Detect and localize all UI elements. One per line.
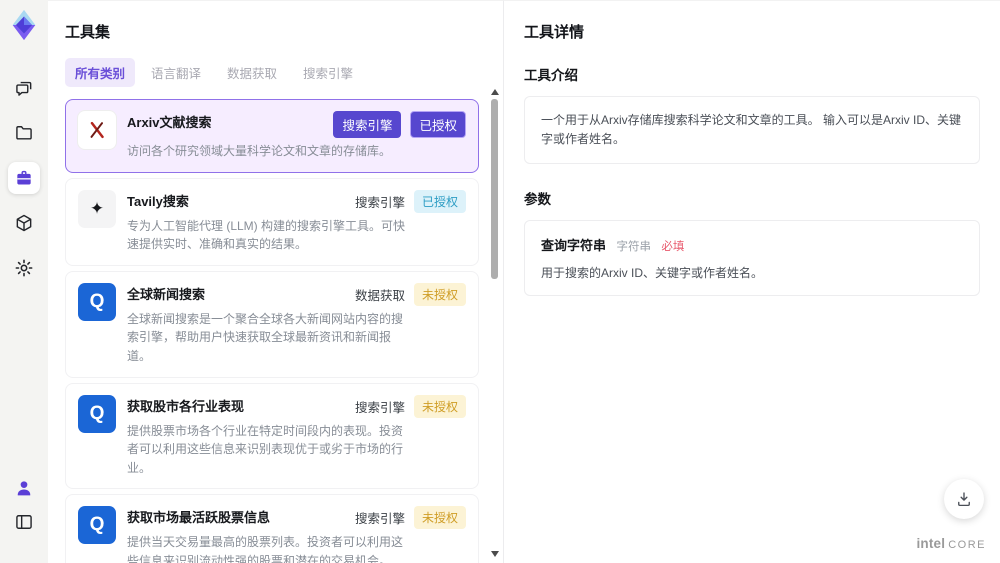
download-icon	[958, 492, 970, 507]
tool-detail-panel: 工具详情 工具介绍 一个用于从Arxiv存储库搜索科学论文和文章的工具。 输入可…	[503, 0, 1000, 563]
app-logo-icon	[12, 9, 36, 41]
app-window: 工具集 所有类别 语言翻译 数据获取 搜索引擎 Arxiv文献搜索 搜索引擎 已…	[0, 0, 1000, 563]
card-body: 获取股市各行业表现 搜索引擎 未授权 提供股票市场各个行业在特定时间段内的表现。…	[127, 394, 466, 478]
tool-description: 访问各个研究领域大量科学论文和文章的存储库。	[127, 144, 392, 158]
category-label: 搜索引擎	[354, 195, 405, 210]
auth-status-badge: 已授权	[413, 189, 466, 213]
tool-list-panel: 工具集 所有类别 语言翻译 数据获取 搜索引擎 Arxiv文献搜索 搜索引擎 已…	[48, 0, 503, 563]
q-logo-icon: Q	[78, 506, 116, 545]
intro-heading: 工具介绍	[524, 68, 578, 83]
user-avatar[interactable]	[8, 472, 40, 504]
tab-all-categories[interactable]: 所有类别	[65, 58, 136, 87]
card-body: 获取市场最活跃股票信息 搜索引擎 未授权 提供当天交易量最高的股票列表。投资者可…	[127, 506, 466, 563]
arxiv-logo-icon	[78, 111, 116, 149]
card-body: Arxiv文献搜索 搜索引擎 已授权 访问各个研究领域大量科学论文和文章的存储库…	[127, 111, 466, 161]
auth-status-badge: 未授权	[413, 282, 466, 306]
tool-name: 获取市场最活跃股票信息	[127, 510, 271, 526]
sidebar-item-files[interactable]	[8, 117, 40, 149]
tool-card-active-stocks[interactable]: Q 获取市场最活跃股票信息 搜索引擎 未授权 提供当天交易量最高的股票列表。投资…	[65, 494, 479, 563]
tool-description: 提供股票市场各个行业在特定时间段内的表现。投资者可以利用这些信息来识别表现优于或…	[127, 423, 404, 475]
tool-card-tavily[interactable]: ✦ Tavily搜索 搜索引擎 已授权 专为人工智能代理 (LLM) 构建的搜索…	[65, 177, 479, 266]
package-cube-icon	[16, 214, 32, 232]
params-heading: 参数	[524, 192, 551, 208]
parameter-name: 查询字符串	[541, 238, 607, 254]
q-logo-icon: Q	[78, 282, 116, 321]
tool-description: 专为人工智能代理 (LLM) 构建的搜索引擎工具。可快速提供实时、准确和真实的结…	[127, 218, 406, 252]
tab-data-fetch[interactable]: 数据获取	[217, 58, 287, 87]
page-title: 工具集	[65, 24, 111, 41]
tool-description: 提供当天交易量最高的股票列表。投资者可以利用这些信息来识别流动性强的股票和潜在的…	[127, 535, 404, 563]
category-badge: 搜索引擎	[333, 111, 402, 138]
intro-box: 一个用于从Arxiv存储库搜索科学论文和文章的工具。 输入可以是Arxiv ID…	[524, 96, 980, 165]
sidebar-item-chat[interactable]	[8, 72, 40, 104]
parameter-header: 查询字符串 字符串 必填	[541, 235, 963, 255]
tool-card-list: Arxiv文献搜索 搜索引擎 已授权 访问各个研究领域大量科学论文和文章的存储库…	[65, 99, 493, 563]
tool-description: 全球新闻搜索是一个聚合全球各大新闻网站内容的搜索引擎，帮助用户快速获取全球最新资…	[127, 311, 404, 363]
tool-card-stock-sector[interactable]: Q 获取股市各行业表现 搜索引擎 未授权 提供股票市场各个行业在特定时间段内的表…	[65, 382, 479, 490]
detail-title: 工具详情	[524, 24, 585, 41]
tool-card-arxiv[interactable]: Arxiv文献搜索 搜索引擎 已授权 访问各个研究领域大量科学论文和文章的存储库…	[65, 99, 479, 173]
parameter-description: 用于搜索的Arxiv ID、关键字或作者姓名。	[541, 266, 764, 281]
core-wordmark: CORE	[948, 539, 986, 551]
list-scrollbar[interactable]	[490, 89, 500, 557]
tool-name: 全球新闻搜索	[127, 286, 206, 302]
toolbox-icon	[17, 170, 31, 185]
category-label: 搜索引擎	[354, 512, 405, 527]
parameter-type: 字符串	[616, 241, 651, 254]
panel-layout-icon	[16, 515, 32, 529]
card-body: Tavily搜索 搜索引擎 已授权 专为人工智能代理 (LLM) 构建的搜索引擎…	[127, 189, 466, 254]
sidebar-item-settings[interactable]	[8, 252, 40, 284]
sidebar-item-packages[interactable]	[8, 207, 40, 239]
collapse-sidebar-button[interactable]	[8, 506, 40, 538]
q-logo-icon: Q	[78, 394, 116, 433]
left-icon-rail	[0, 0, 48, 563]
auth-status-badge: 未授权	[413, 506, 466, 530]
tavily-star-icon: ✦	[78, 189, 116, 228]
auth-status-badge: 已授权	[410, 111, 466, 138]
auth-status-badge: 未授权	[413, 394, 466, 418]
sidebar-item-tools[interactable]	[8, 162, 40, 194]
category-label: 搜索引擎	[354, 400, 405, 415]
category-tabs: 所有类别 语言翻译 数据获取 搜索引擎	[65, 58, 493, 87]
required-label: 必填	[661, 241, 685, 254]
tab-language-translation[interactable]: 语言翻译	[141, 58, 211, 87]
tool-name: 获取股市各行业表现	[127, 398, 245, 414]
chat-icon	[16, 81, 32, 96]
folder-icon	[16, 126, 32, 140]
parameter-box: 查询字符串 字符串 必填 用于搜索的Arxiv ID、关键字或作者姓名。	[524, 220, 980, 297]
tool-name: Tavily搜索	[127, 193, 189, 209]
gear-icon	[15, 259, 33, 277]
category-label: 数据获取	[354, 288, 405, 303]
card-body: 全球新闻搜索 数据获取 未授权 全球新闻搜索是一个聚合全球各大新闻网站内容的搜索…	[127, 282, 466, 366]
scroll-up-arrow[interactable]	[491, 89, 499, 95]
intel-wordmark: intel	[916, 536, 946, 551]
user-icon	[17, 481, 31, 496]
intel-core-logo: intel CORE	[916, 536, 986, 551]
scroll-down-arrow[interactable]	[491, 551, 499, 557]
scrollbar-thumb[interactable]	[491, 99, 498, 279]
download-button[interactable]	[944, 479, 984, 519]
tool-name: Arxiv文献搜索	[127, 115, 212, 130]
tab-search-engine[interactable]: 搜索引擎	[293, 58, 363, 87]
tool-card-global-news[interactable]: Q 全球新闻搜索 数据获取 未授权 全球新闻搜索是一个聚合全球各大新闻网站内容的…	[65, 270, 479, 378]
